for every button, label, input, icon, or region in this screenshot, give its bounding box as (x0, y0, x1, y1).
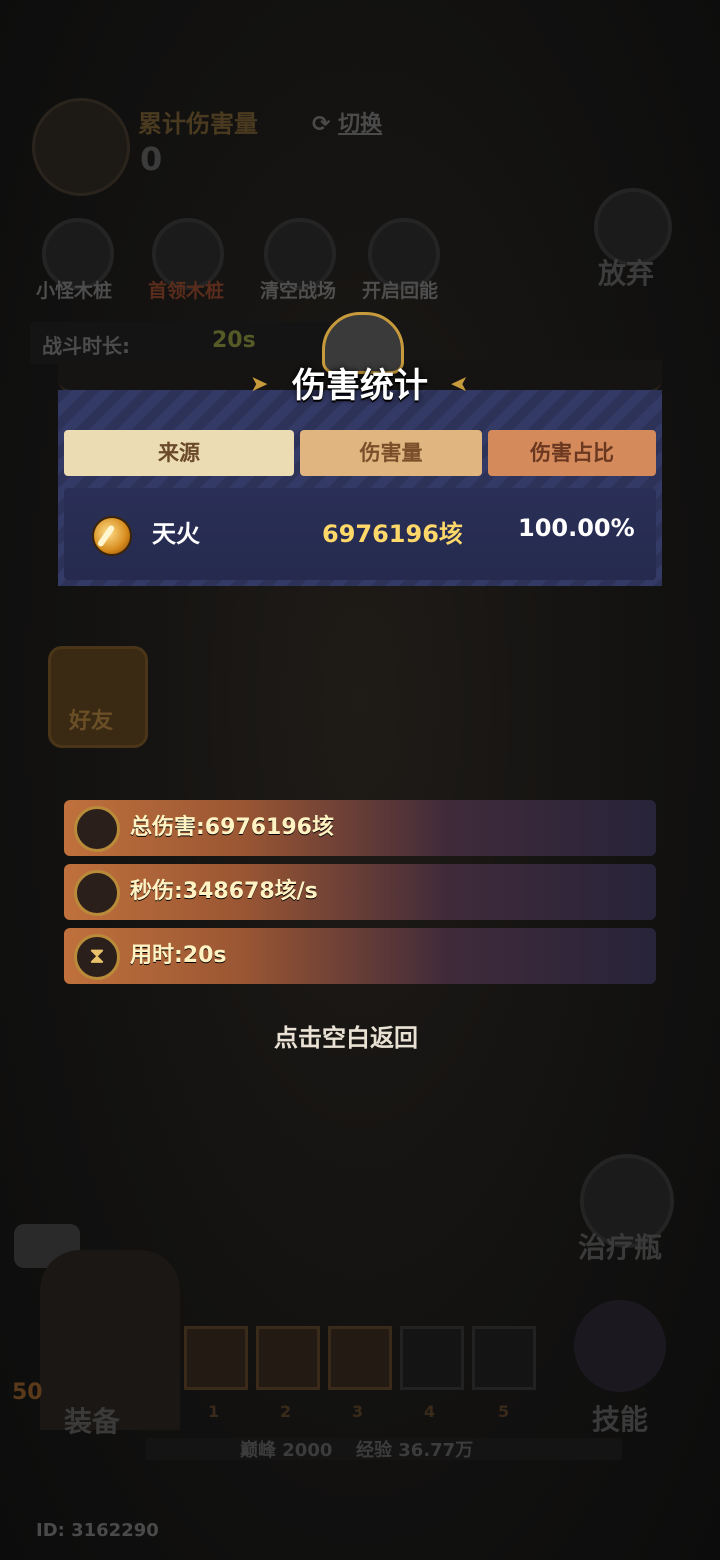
total-damage-text: 总伤害:6976196垓 (130, 815, 334, 840)
modal-title-wrap: 伤害统计 (220, 358, 500, 414)
tap-to-return-hint[interactable]: 点击空白返回 (0, 1018, 692, 1053)
dps-bar: 秒伤:348678垓/s (64, 864, 656, 920)
time-used-text: 用时:20s (130, 943, 227, 968)
skill-slot-4[interactable] (400, 1326, 464, 1390)
modal-title: 伤害统计 (292, 366, 428, 406)
abandon-label: 放弃 (598, 257, 655, 290)
slot-number-4: 4 (424, 1402, 436, 1421)
battle-time-label: 战斗时长: (42, 334, 130, 358)
row-source: 天火 (152, 520, 200, 548)
row-damage: 6976196垓 (322, 520, 463, 548)
column-source[interactable]: 来源 (64, 430, 294, 476)
user-id: ID: 3162290 (36, 1520, 159, 1541)
skill-slot-2[interactable] (256, 1326, 320, 1390)
equip-label[interactable]: 装备 (64, 1400, 120, 1440)
total-damage-bar: 总伤害:6976196垓 (64, 800, 656, 856)
skill-slot-1[interactable] (184, 1326, 248, 1390)
skill-slot-5[interactable] (472, 1326, 536, 1390)
column-share[interactable]: 伤害占比 (488, 430, 656, 476)
skill-slot-3[interactable] (328, 1326, 392, 1390)
peak-label: 巅峰 2000 (240, 1440, 333, 1461)
slot-number-5: 5 (498, 1402, 510, 1421)
hourglass-icon: ⧗ (74, 934, 120, 980)
exp-label: 经验 36.77万 (356, 1440, 474, 1461)
time-used-bar: ⧗ 用时:20s (64, 928, 656, 984)
cumulative-damage-label: 累计伤害量 (138, 110, 258, 138)
tool-label-boss: 首领木桩 (148, 280, 225, 302)
battle-time-value: 20s (212, 328, 256, 353)
player-avatar[interactable] (32, 98, 130, 196)
tool-label-minion: 小怪木桩 (36, 280, 113, 302)
skill-book-button[interactable] (574, 1300, 666, 1392)
skill-label[interactable]: 技能 (592, 1398, 648, 1438)
slot-number-3: 3 (352, 1402, 364, 1421)
table-row: 天火 6976196垓 100.00% (64, 488, 656, 580)
slot-number-2: 2 (280, 1402, 292, 1421)
tool-label-energy: 开启回能 (362, 280, 439, 302)
slot-number-1: 1 (208, 1402, 220, 1421)
helmet-badge-icon (74, 806, 120, 852)
tool-label-clear: 清空战场 (260, 280, 337, 302)
level-badge: 50 (12, 1380, 43, 1405)
switch-button[interactable]: ⟳ 切换 (312, 106, 382, 138)
refresh-icon: ⟳ (312, 112, 339, 137)
heal-potion-label: 治疗瓶 (578, 1231, 663, 1264)
row-share: 100.00% (518, 514, 635, 542)
cumulative-damage-value: 0 (140, 140, 163, 178)
helmet-badge-icon (74, 870, 120, 916)
friends-label: 好友 (69, 709, 114, 734)
switch-label: 切换 (338, 112, 383, 137)
fire-orb-icon (92, 516, 132, 556)
dps-text: 秒伤:348678垓/s (130, 879, 318, 904)
friends-button[interactable]: 好友 (48, 646, 148, 748)
column-damage[interactable]: 伤害量 (300, 430, 482, 476)
